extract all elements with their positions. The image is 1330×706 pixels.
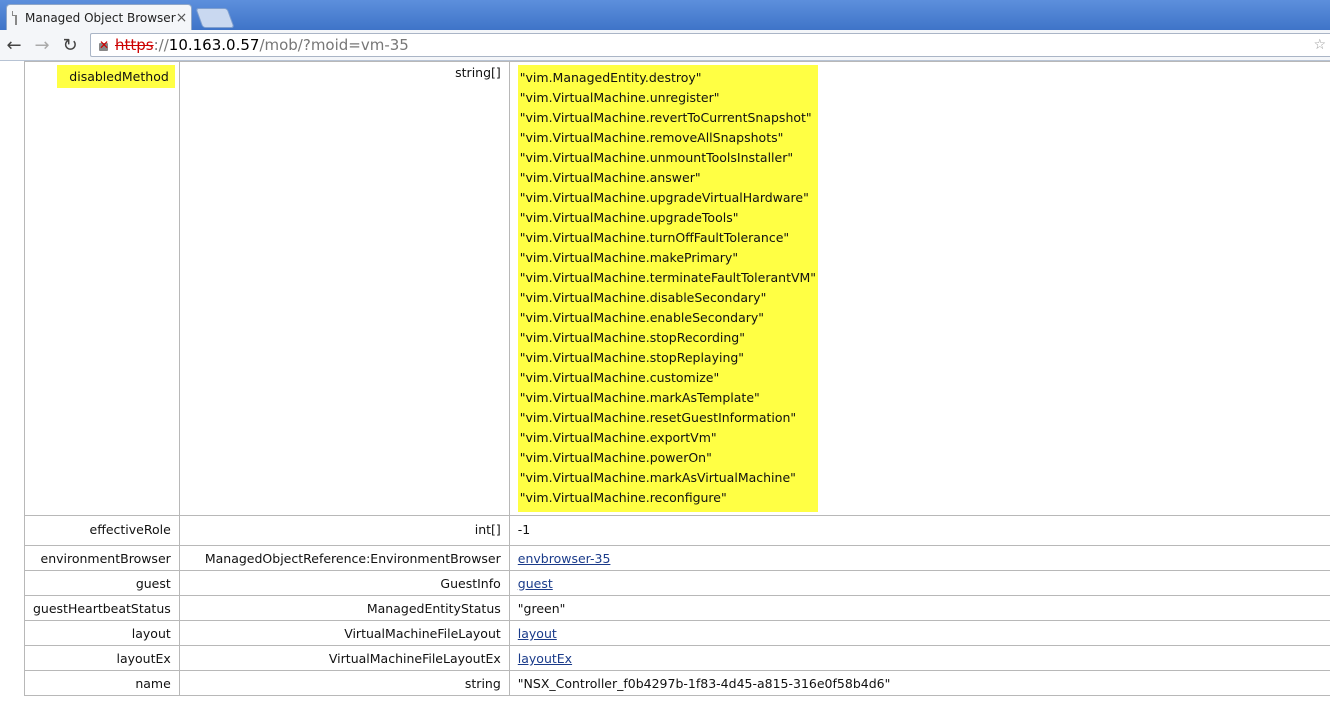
forward-arrow-icon[interactable]: → bbox=[28, 31, 56, 59]
list-item: "vim.VirtualMachine.makePrimary" bbox=[519, 250, 739, 265]
property-type: string bbox=[178, 670, 510, 696]
property-value: guest bbox=[508, 570, 1330, 596]
page-content: disabledMethod string[] "vim.ManagedEntity… bbox=[0, 61, 1330, 706]
list-item: "vim.VirtualMachine.unregister" bbox=[519, 90, 720, 105]
list-item: "vim.VirtualMachine.enableSecondary" bbox=[519, 310, 765, 325]
property-type: string[] bbox=[178, 61, 510, 516]
property-link[interactable]: layoutEx bbox=[518, 651, 572, 666]
property-name: guest bbox=[24, 570, 180, 596]
list-item: "vim.VirtualMachine.upgradeVirtualHardwa… bbox=[519, 190, 809, 205]
property-type: ManagedEntityStatus bbox=[178, 595, 510, 621]
list-item: "vim.VirtualMachine.stopReplaying" bbox=[519, 350, 745, 365]
property-name-text: layout bbox=[131, 626, 171, 641]
list-item: "vim.VirtualMachine.resetGuestInformatio… bbox=[519, 410, 797, 425]
property-name: name bbox=[24, 670, 180, 696]
list-item: "vim.VirtualMachine.upgradeTools" bbox=[519, 210, 739, 225]
property-name-text: layoutEx bbox=[116, 651, 171, 666]
property-name: layoutEx bbox=[24, 645, 180, 671]
page-icon bbox=[12, 10, 17, 25]
url-separator: :// bbox=[153, 36, 169, 54]
tab-managed-object-browser[interactable]: Managed Object Browser × bbox=[6, 4, 192, 30]
list-item: "vim.ManagedEntity.destroy" bbox=[519, 70, 702, 85]
property-name: effectiveRole bbox=[24, 515, 180, 546]
url-scheme: https bbox=[115, 36, 154, 54]
property-row: disabledMethod string[] "vim.ManagedEntity… bbox=[24, 61, 1330, 516]
property-row: guestHeartbeatStatus ManagedEntityStatus "… bbox=[24, 595, 1330, 621]
property-row: name string "NSX_Controller_f0b4297b-1f83-… bbox=[24, 670, 1330, 696]
tab-strip: Managed Object Browser × bbox=[0, 0, 1330, 30]
property-row: effectiveRole int[] -1 bbox=[24, 515, 1330, 546]
list-item: "vim.VirtualMachine.powerOn" bbox=[519, 450, 712, 465]
list-item: "vim.VirtualMachine.markAsTemplate" bbox=[519, 390, 760, 405]
bookmark-star-icon[interactable]: ☆ bbox=[1313, 37, 1326, 53]
property-value: layoutEx bbox=[508, 645, 1330, 671]
list-item: "vim.VirtualMachine.revertToCurrentSnaps… bbox=[519, 110, 812, 125]
property-link[interactable]: envbrowser-35 bbox=[518, 551, 611, 566]
property-value-text: "green" bbox=[517, 601, 566, 616]
list-item: "vim.VirtualMachine.exportVm" bbox=[519, 430, 717, 445]
list-item: "vim.VirtualMachine.disableSecondary" bbox=[519, 290, 767, 305]
property-name-text: effectiveRole bbox=[89, 522, 171, 537]
list-item: "vim.VirtualMachine.unmountToolsInstalle… bbox=[519, 150, 794, 165]
property-type: VirtualMachineFileLayout bbox=[178, 620, 510, 646]
property-value: layout bbox=[508, 620, 1330, 646]
property-value-text: "NSX_Controller_f0b4297b-1f83-4d45-a815-… bbox=[517, 676, 891, 691]
property-type: GuestInfo bbox=[178, 570, 510, 596]
property-link[interactable]: guest bbox=[518, 576, 553, 591]
list-item: "vim.VirtualMachine.answer" bbox=[519, 170, 701, 185]
property-row: layout VirtualMachineFileLayout layout bbox=[24, 620, 1330, 646]
property-value: -1 bbox=[508, 515, 1330, 546]
list-item: "vim.VirtualMachine.customize" bbox=[519, 370, 720, 385]
url-path: /mob/?moid=vm-35 bbox=[259, 36, 409, 54]
property-name-text: guest bbox=[135, 576, 171, 591]
property-value: "green" bbox=[508, 595, 1330, 621]
property-name: disabledMethod bbox=[24, 61, 180, 516]
property-row: guest GuestInfo guest bbox=[24, 570, 1330, 596]
list-item: "vim.VirtualMachine.terminateFaultTolera… bbox=[519, 270, 817, 285]
property-row: layoutEx VirtualMachineFileLayoutEx layout… bbox=[24, 645, 1330, 671]
close-tab-icon[interactable]: × bbox=[176, 10, 188, 26]
property-value-text: -1 bbox=[517, 522, 531, 537]
reload-icon[interactable]: ↻ bbox=[56, 31, 84, 59]
property-value: "vim.ManagedEntity.destroy" "vim.VirtualM… bbox=[508, 61, 1330, 516]
property-row: environmentBrowser ManagedObjectReference… bbox=[24, 545, 1330, 571]
list-item: "vim.VirtualMachine.turnOffFaultToleranc… bbox=[519, 230, 790, 245]
property-value: envbrowser-35 bbox=[508, 545, 1330, 571]
property-link[interactable]: layout bbox=[518, 626, 557, 641]
property-type: int[] bbox=[178, 515, 510, 546]
property-name-text: name bbox=[135, 676, 171, 691]
property-name-text: environmentBrowser bbox=[40, 551, 171, 566]
properties-table: disabledMethod string[] "vim.ManagedEntity… bbox=[24, 61, 1330, 696]
list-item: "vim.VirtualMachine.removeAllSnapshots" bbox=[519, 130, 784, 145]
property-type: ManagedObjectReference:EnvironmentBrowse… bbox=[178, 545, 510, 571]
property-name: guestHeartbeatStatus bbox=[24, 595, 180, 621]
list-item: "vim.VirtualMachine.stopRecording" bbox=[519, 330, 745, 345]
property-value: "NSX_Controller_f0b4297b-1f83-4d45-a815-… bbox=[508, 670, 1330, 696]
back-arrow-icon[interactable]: ← bbox=[0, 31, 28, 59]
list-item: "vim.VirtualMachine.markAsVirtualMachine… bbox=[519, 470, 796, 485]
property-name: environmentBrowser bbox=[24, 545, 180, 571]
property-name: layout bbox=[24, 620, 180, 646]
property-name-text: guestHeartbeatStatus bbox=[33, 601, 171, 616]
list-item: "vim.VirtualMachine.reconfigure" bbox=[519, 490, 727, 505]
tab-title: Managed Object Browser bbox=[25, 10, 176, 25]
url-host: 10.163.0.57 bbox=[168, 36, 260, 54]
property-name-text: disabledMethod bbox=[57, 65, 175, 88]
new-tab-button[interactable] bbox=[195, 8, 235, 28]
property-type: VirtualMachineFileLayoutEx bbox=[178, 645, 510, 671]
address-bar[interactable]: https://10.163.0.57/mob/?moid=vm-35 ☆ bbox=[90, 33, 1330, 57]
disabled-method-list: "vim.ManagedEntity.destroy" "vim.VirtualM… bbox=[517, 65, 819, 512]
broken-lock-icon[interactable] bbox=[97, 38, 111, 52]
browser-toolbar: ← → ↻ https://10.163.0.57/mob/?moid=vm-3… bbox=[0, 30, 1330, 61]
